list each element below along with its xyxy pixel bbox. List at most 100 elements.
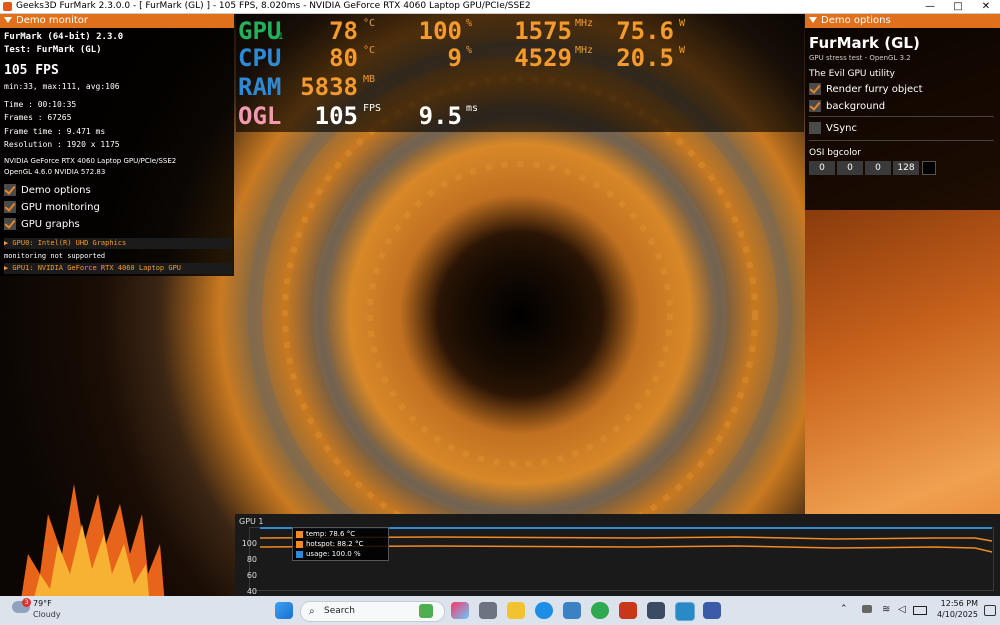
- demo-title: FurMark (GL): [809, 34, 920, 52]
- demo-options-header[interactable]: Demo options: [805, 14, 1000, 28]
- search-placeholder: Search: [324, 606, 355, 616]
- gpu0-item[interactable]: ▶ GPU0: Intel(R) UHD Graphics: [4, 238, 232, 249]
- graph-legend: temp: 78.6 °C hotspot: 88.2 °C usage: 10…: [292, 527, 389, 561]
- option-gpu-graphs[interactable]: GPU graphs: [4, 218, 80, 230]
- fps-value: 105 FPS: [4, 63, 59, 78]
- demo-options-title: Demo options: [821, 15, 891, 26]
- checkbox-icon[interactable]: [809, 83, 821, 95]
- osi-bgcolor-label: OSI bgcolor: [809, 148, 861, 158]
- notification-icon[interactable]: [984, 605, 996, 616]
- osi-ram-value: 5838: [300, 73, 358, 101]
- collapse-triangle-icon: [809, 17, 817, 23]
- demo-options-panel: FurMark (GL) GPU stress test - OpenGL 3.…: [805, 28, 1000, 210]
- osi-gpu-power: 75.6: [616, 17, 674, 45]
- bgcolor-r-input[interactable]: 0: [809, 161, 835, 175]
- osi-gpu-usage-unit: %: [466, 18, 473, 29]
- minimize-button[interactable]: —: [916, 0, 944, 13]
- legend-item-temp: temp: 78.6 °C: [296, 530, 355, 538]
- furmark-logo: [21, 484, 165, 596]
- osi-cpu-usage-unit: %: [466, 45, 473, 56]
- active-app-icon[interactable]: [675, 602, 695, 621]
- maximize-button[interactable]: □: [944, 0, 972, 13]
- start-windows-icon[interactable]: [275, 602, 293, 619]
- windows-taskbar: 3 79°F Cloudy ⌕ Search ⌃ ≋ ◁ 12:56 PM 4/…: [0, 596, 1000, 625]
- osi-gpu-temp-unit: °C: [363, 18, 376, 29]
- gpu0-status: monitoring not supported: [4, 252, 106, 260]
- weather-temp[interactable]: 79°F: [33, 599, 52, 608]
- divider: [809, 140, 994, 141]
- edge-browser-icon[interactable]: [535, 602, 553, 619]
- battery-icon[interactable]: [913, 606, 927, 615]
- clock-time[interactable]: 12:56 PM: [928, 599, 978, 608]
- osi-cpu-power: 20.5: [616, 44, 674, 72]
- demo-subtitle: GPU stress test - OpenGL 3.2: [809, 54, 911, 62]
- file-explorer-icon[interactable]: [507, 602, 525, 619]
- copilot-icon[interactable]: [451, 602, 469, 619]
- task-view-icon[interactable]: [479, 602, 497, 619]
- search-icon: ⌕: [309, 606, 315, 617]
- app-icon[interactable]: [647, 602, 665, 619]
- chevron-up-icon[interactable]: ⌃: [840, 604, 848, 614]
- gpu1-item[interactable]: ▶ GPU1: NVIDIA GeForce RTX 4060 Laptop G…: [4, 263, 232, 274]
- color-swatch[interactable]: [922, 161, 936, 175]
- osi-cpu-label: CPU: [238, 44, 282, 72]
- option-demo-options[interactable]: Demo options: [4, 184, 91, 196]
- option-gpu-monitoring[interactable]: GPU monitoring: [4, 201, 100, 213]
- bgcolor-g-input[interactable]: 0: [837, 161, 863, 175]
- window-title: Geeks3D FurMark 2.3.0.0 - [ FurMark (GL)…: [16, 1, 531, 11]
- search-highlight-icon: [419, 604, 433, 618]
- speaker-icon[interactable]: ◁: [898, 604, 906, 615]
- legend-swatch: [296, 530, 303, 538]
- fps-stats: min:33, max:111, avg:106: [4, 82, 120, 91]
- remote-desktop-icon[interactable]: [703, 602, 721, 619]
- test-name: Test: FurMark (GL): [4, 45, 102, 55]
- store-icon[interactable]: [563, 602, 581, 619]
- stat-frame-time: Frame time : 9.471 ms: [4, 127, 106, 136]
- osi-cpu-usage: 9: [447, 44, 462, 72]
- collapse-triangle-icon: [4, 17, 12, 23]
- osi-cpu-clock: 4529: [514, 44, 572, 72]
- window-titlebar: Geeks3D FurMark 2.3.0.0 - [ FurMark (GL)…: [0, 0, 1000, 14]
- option-vsync[interactable]: VSync: [809, 122, 857, 134]
- osi-ogl-fps-unit: FPS: [363, 103, 382, 114]
- osi-cpu-clock-unit: MHz: [575, 45, 594, 56]
- legend-item-usage: usage: 100.0 %: [296, 550, 361, 558]
- osi-gpu-label: GPU: [238, 17, 282, 45]
- checkbox-icon[interactable]: [809, 122, 821, 134]
- osi-cpu-temp: 80: [329, 44, 358, 72]
- option-background[interactable]: background: [809, 100, 885, 112]
- taskbar-search[interactable]: ⌕ Search: [300, 601, 445, 622]
- weather-desc[interactable]: Cloudy: [33, 610, 61, 619]
- demo-monitor-panel: FurMark (64-bit) 2.3.0 Test: FurMark (GL…: [0, 28, 234, 276]
- furmark-taskbar-icon[interactable]: [619, 602, 637, 619]
- osi-gpu-temp: 78: [329, 17, 358, 45]
- checkbox-icon[interactable]: [4, 184, 16, 196]
- checkbox-icon[interactable]: [4, 218, 16, 230]
- demo-monitor-header[interactable]: Demo monitor: [0, 14, 234, 28]
- osi-cpu-temp-unit: °C: [363, 45, 376, 56]
- demo-monitor-title: Demo monitor: [16, 15, 89, 26]
- wifi-icon[interactable]: ≋: [882, 604, 890, 615]
- osi-gpu-index: 1: [278, 32, 284, 42]
- legend-swatch: [296, 540, 303, 548]
- option-render-furry-object[interactable]: Render furry object: [809, 83, 923, 95]
- xbox-icon[interactable]: [591, 602, 609, 619]
- osi-ram-label: RAM: [238, 73, 282, 101]
- tray-app-icon[interactable]: [862, 605, 872, 613]
- clock-date[interactable]: 4/10/2025: [928, 610, 978, 619]
- osi-ogl-label: OGL: [238, 102, 282, 130]
- osi-gpu-clock-unit: MHz: [575, 18, 594, 29]
- bgcolor-a-input[interactable]: 128: [893, 161, 919, 175]
- checkbox-icon[interactable]: [809, 100, 821, 112]
- stat-time: Time : 00:10:35: [4, 100, 77, 109]
- osi-gpu-power-unit: W: [679, 18, 686, 29]
- section-label: The Evil GPU utility: [809, 69, 895, 79]
- bgcolor-b-input[interactable]: 0: [865, 161, 891, 175]
- osi-gpu-clock: 1575: [514, 17, 572, 45]
- checkbox-icon[interactable]: [4, 201, 16, 213]
- close-button[interactable]: ✕: [972, 0, 1000, 13]
- osi-gpu-usage: 100: [418, 17, 462, 45]
- gpu-graph: GPU 1 100 80 60 40 temp: 78.6 °C hotspot…: [235, 514, 1000, 596]
- weather-badge: 3: [22, 598, 31, 607]
- osi-ogl-frametime: 9.5: [418, 102, 462, 130]
